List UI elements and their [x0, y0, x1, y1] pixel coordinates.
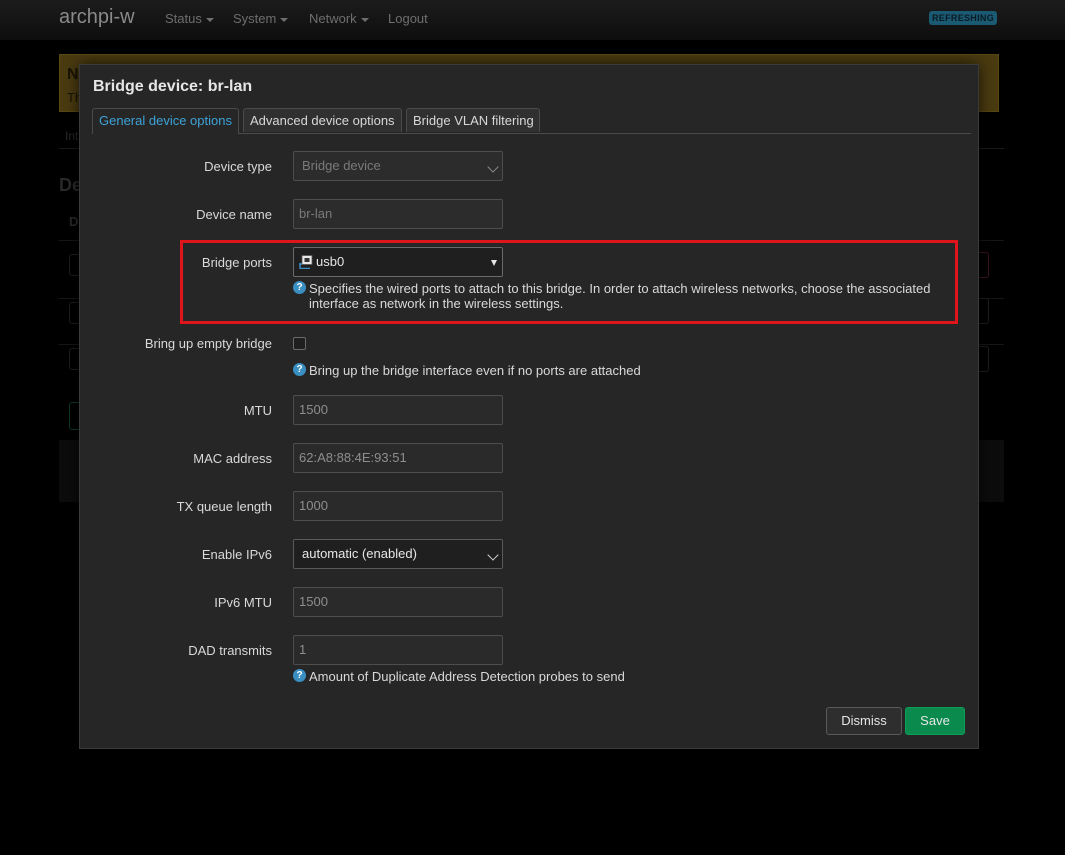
nav-network[interactable]: Network: [309, 11, 369, 26]
tab-bridge-vlan-filtering[interactable]: Bridge VLAN filtering: [406, 108, 540, 132]
dad-transmits-input[interactable]: 1: [293, 635, 503, 665]
enable-ipv6-select[interactable]: automatic (enabled): [293, 539, 503, 569]
modal-tabs: General device options Advanced device o…: [92, 108, 971, 134]
empty-bridge-help: ? Bring up the bridge interface even if …: [293, 363, 953, 378]
caret-down-icon: [205, 17, 214, 22]
help-icon: ?: [293, 669, 306, 682]
warning-title: N: [67, 66, 79, 83]
nav-status[interactable]: Status: [165, 11, 214, 26]
mtu-input[interactable]: 1500: [293, 395, 503, 425]
device-name-label: Device name: [196, 207, 272, 222]
empty-bridge-checkbox[interactable]: [293, 337, 306, 350]
chevron-down-icon: [487, 161, 499, 173]
dad-transmits-help: ? Amount of Duplicate Address Detection …: [293, 669, 953, 684]
empty-bridge-label: Bring up empty bridge: [144, 336, 272, 351]
ipv6-mtu-input[interactable]: 1500: [293, 587, 503, 617]
brand-title[interactable]: archpi-w: [59, 6, 135, 29]
bridge-device-modal: Bridge device: br-lan General device opt…: [79, 64, 979, 749]
top-navbar: archpi-w Status System Network Logout RE…: [0, 0, 1065, 40]
nav-logout[interactable]: Logout: [388, 11, 428, 26]
chevron-down-icon: [487, 549, 499, 561]
dismiss-button[interactable]: Dismiss: [826, 707, 902, 735]
mac-address-label: MAC address: [193, 451, 272, 466]
help-icon: ?: [293, 363, 306, 376]
mac-address-input[interactable]: 62:A8:88:4E:93:51: [293, 443, 503, 473]
refreshing-badge[interactable]: REFRESHING: [929, 11, 998, 25]
background-tab: Int: [65, 129, 79, 143]
device-type-select[interactable]: Bridge device: [293, 151, 503, 181]
empty-bridge-help-text: Bring up the bridge interface even if no…: [309, 363, 641, 378]
enable-ipv6-label: Enable IPv6: [201, 547, 272, 562]
tab-general-device-options[interactable]: General device options: [92, 108, 239, 134]
device-name-input[interactable]: br-lan: [293, 199, 503, 229]
device-type-value: Bridge device: [302, 158, 381, 173]
dad-transmits-help-text: Amount of Duplicate Address Detection pr…: [309, 669, 625, 684]
nav-system[interactable]: System: [233, 11, 289, 26]
enable-ipv6-value: automatic (enabled): [302, 546, 417, 561]
dad-transmits-label: DAD transmits: [188, 643, 272, 658]
caret-down-icon: [360, 17, 369, 22]
bridge-ports-highlight-box: [180, 240, 958, 324]
ipv6-mtu-label: IPv6 MTU: [214, 595, 272, 610]
background-column: D: [69, 214, 79, 229]
device-type-label: Device type: [204, 159, 272, 174]
save-button[interactable]: Save: [905, 707, 965, 735]
tab-advanced-device-options[interactable]: Advanced device options: [243, 108, 402, 132]
caret-down-icon: [280, 17, 289, 22]
modal-title: Bridge device: br-lan: [93, 78, 253, 95]
tx-queue-length-label: TX queue length: [176, 499, 272, 514]
mtu-label: MTU: [243, 403, 272, 418]
tx-queue-length-input[interactable]: 1000: [293, 491, 503, 521]
